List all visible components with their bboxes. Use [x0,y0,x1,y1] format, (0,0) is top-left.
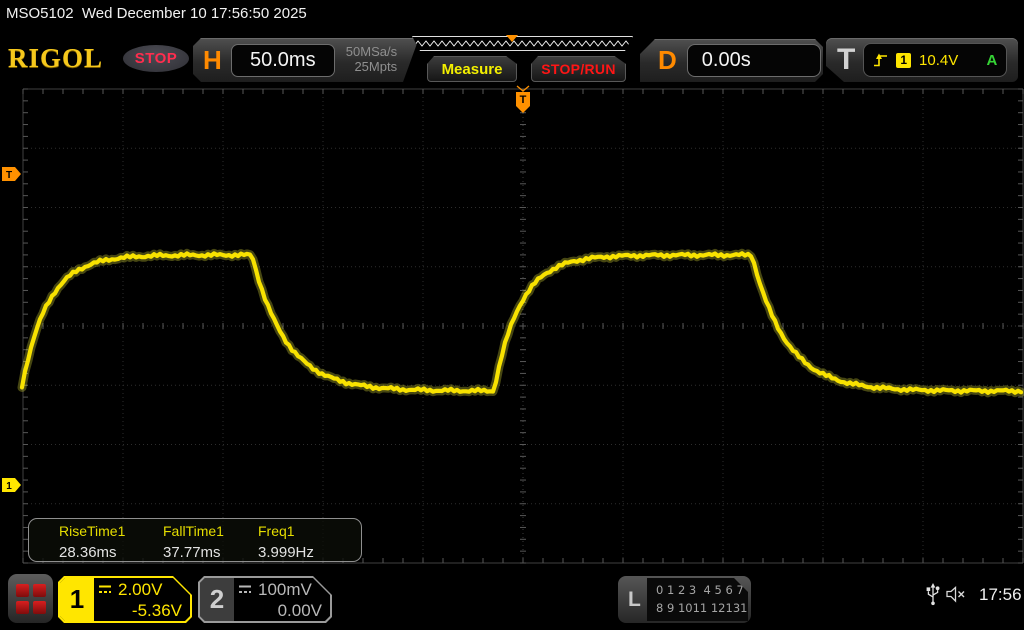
measurement-panel: RiseTime1 28.36ms FallTime1 37.77ms Freq… [28,518,362,562]
status-bar: MSO5102 Wed December 10 17:56:50 2025 [6,5,307,22]
timebase-value[interactable]: 50.0ms [231,44,335,77]
graticule [23,89,1023,563]
measurement-label: Freq1 [258,522,314,542]
channel2-block[interactable]: 2 100mV 0.00V [198,576,332,623]
trigger-panel[interactable]: T 1 10.4V A [826,38,1018,82]
logic-analyzer-label: L [628,588,641,612]
overview-zigzag [413,37,632,50]
clock: 17:56 [979,585,1022,605]
usb-icon [925,582,941,607]
menu-button[interactable] [8,574,53,623]
position-pointer-icon [506,35,518,42]
measurement-label: FallTime1 [163,522,224,542]
channel1-body: 1 2.00V -5.36V [60,578,190,621]
oscilloscope-screen: MSO5102 Wed December 10 17:56:50 2025 RI… [0,0,1024,630]
svg-text:T: T [6,170,12,181]
measurement-value: 28.36ms [59,542,125,563]
channel1-scale: 2.00V [118,579,162,600]
channel2-number: 2 [200,578,234,621]
waveform-position-strip[interactable] [412,36,633,51]
channel1-trace [22,253,1021,392]
sample-rate: 50MSa/s [346,45,397,60]
channel2-offset: 0.00V [238,600,322,621]
channel2-scale: 100mV [258,579,312,600]
trigger-source-badge: 1 [896,53,911,68]
digital-channel-list: 0 1 2 3 4 5 6 7 8 9 1011 12131415 [647,578,748,621]
horizontal-panel[interactable]: H 50.0ms 50MSa/s 25Mpts [193,38,419,82]
rigol-logo: RIGOL [8,43,103,74]
measurement-item: Freq1 3.999Hz [258,522,314,563]
channel2-body: 2 100mV 0.00V [200,578,330,621]
digital-row-2: 8 9 1011 12131415 [656,600,748,618]
memory-depth: 25Mpts [354,60,397,75]
dc-coupling-icon [98,584,113,595]
channel1-block[interactable]: 1 2.00V -5.36V [58,576,192,623]
dc-coupling-icon [238,584,253,595]
measurement-value: 3.999Hz [258,542,314,563]
header-bar: RIGOL STOP H 50.0ms 50MSa/s 25Mpts Measu… [0,34,1024,84]
trigger-label: T [837,43,855,77]
bottom-bar: 1 2.00V -5.36V 2 [0,570,1024,630]
delay-panel[interactable]: D 0.00s [640,39,823,82]
channel1-offset: -5.36V [98,600,182,621]
trigger-info[interactable]: 1 10.4V A [863,43,1007,77]
channel1-position-marker[interactable]: 1 [2,478,21,492]
measurement-item: RiseTime1 28.36ms [59,522,125,563]
channel1-trace-glow [22,253,1021,392]
rising-slope-icon [873,52,888,68]
channel1-number: 1 [60,578,94,621]
measurement-item: FallTime1 37.77ms [163,522,224,563]
trigger-level-marker[interactable]: T [2,167,21,181]
waveform-display[interactable]: T T 1 [0,85,1024,568]
measurement-value: 37.77ms [163,542,224,563]
datetime: Wed December 10 17:56:50 2025 [82,5,307,22]
svg-text:T: T [520,94,527,106]
svg-text:1: 1 [6,481,12,492]
stop-run-button[interactable]: STOP/RUN [531,56,626,82]
trigger-sweep-mode: A [986,52,997,69]
speaker-muted-icon[interactable] [946,586,967,603]
acquisition-info: 50MSa/s 25Mpts [346,45,397,75]
grid-icon [16,584,46,614]
horizontal-label: H [203,45,222,76]
digital-channels-block[interactable]: L 0 1 2 3 4 5 6 7 8 9 1011 12131415 [618,576,751,623]
digital-row-1: 0 1 2 3 4 5 6 7 [656,582,748,600]
run-state-badge: STOP [123,45,189,72]
delay-value[interactable]: 0.00s [687,44,821,77]
delay-label: D [658,45,677,76]
model-name: MSO5102 [6,5,74,22]
measurement-label: RiseTime1 [59,522,125,542]
measure-button[interactable]: Measure [427,56,517,82]
trigger-level-value: 10.4V [919,52,958,69]
